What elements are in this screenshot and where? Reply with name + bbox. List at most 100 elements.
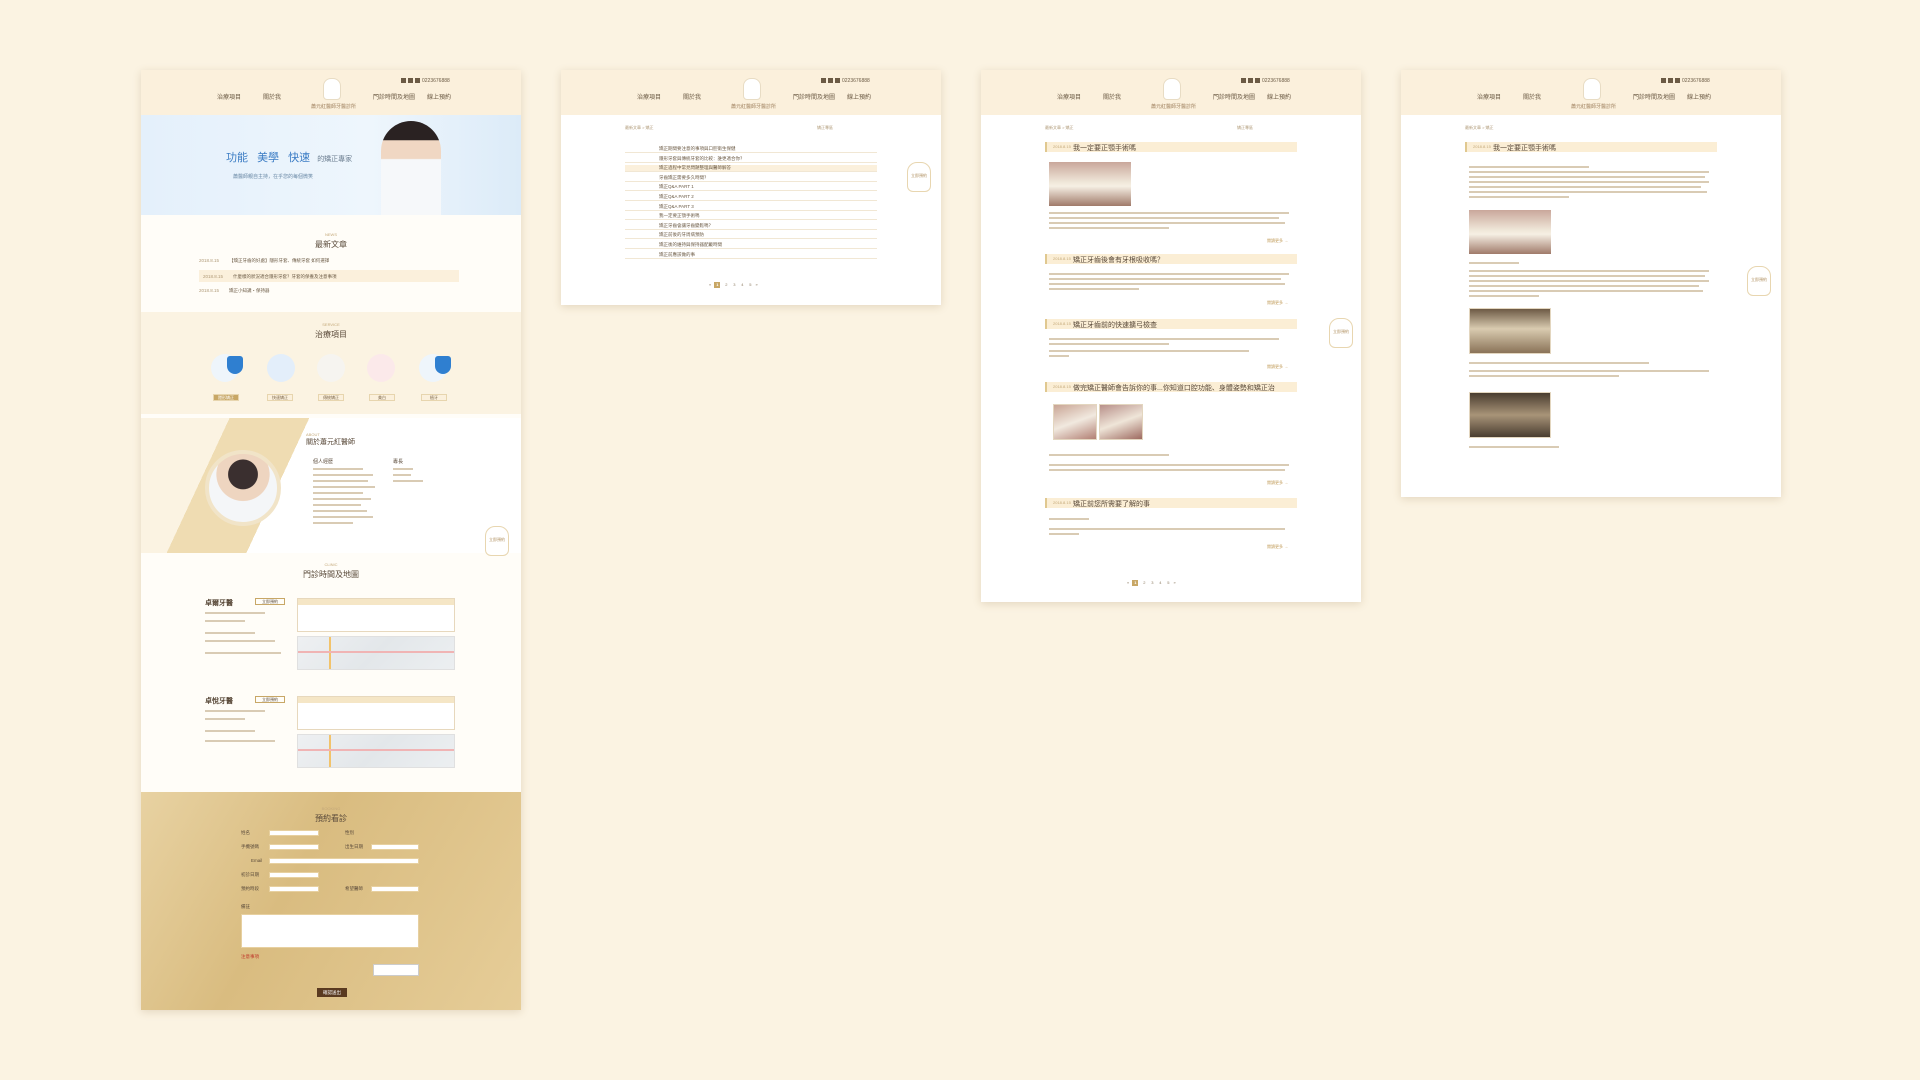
implant-icon[interactable]	[419, 354, 451, 382]
article-list-item[interactable]: 矯正Q&A PART 2	[625, 194, 877, 201]
services-section: SERVICE 治療項目 隱形矯正 快速矯正 傳統矯正 美白 植牙	[141, 312, 521, 414]
article-image	[1049, 162, 1131, 206]
birthdate-field[interactable]	[371, 844, 419, 850]
phone-icon	[835, 78, 840, 84]
breadcrumb[interactable]: 最新文章 > 矯正	[1465, 125, 1494, 131]
news-item[interactable]: 2018.8.15 矯正小知識・保持器	[199, 288, 459, 294]
category-label: 矯正專區	[817, 125, 833, 130]
pagination[interactable]: « 12345 »	[1127, 580, 1176, 586]
article-list-item[interactable]: 我一定要正顎手術嗎	[625, 213, 877, 221]
article-list-item[interactable]: 隱形牙套與傳統牙套的比較：誰更適合你？	[625, 156, 877, 163]
article-title-bar[interactable]: 2018.8.15 我一定要正顎手術嗎	[1045, 142, 1297, 152]
clinic-map[interactable]	[297, 636, 455, 670]
facebook-icon[interactable]	[1661, 78, 1666, 84]
facebook-icon[interactable]	[1241, 78, 1246, 84]
line-icon[interactable]	[828, 78, 833, 84]
fast-ortho-icon[interactable]	[267, 354, 295, 382]
nav-services[interactable]: 治療項目	[217, 92, 241, 101]
hero-tagline: 的矯正專家	[317, 156, 353, 163]
article-list-item[interactable]: 牙齒矯正需要多久時間？	[625, 175, 877, 182]
news-kicker: NEWS	[325, 232, 337, 237]
nav-booking[interactable]: 線上預約	[427, 92, 451, 101]
read-more-link[interactable]: 閱讀更多 →	[1267, 364, 1288, 370]
logo-tooth-icon[interactable]	[743, 78, 761, 100]
side-booking-badge[interactable]: 立即預約	[1329, 318, 1353, 348]
clinic-title: 門診時間及地圖	[303, 570, 359, 579]
hero-word-1: 功能	[226, 152, 248, 164]
phone-field[interactable]	[269, 844, 319, 850]
news-section: NEWS 最新文章 2018.8.15 【矯正牙齒的好處】隱形牙套、傳統牙套 如何選…	[141, 220, 521, 310]
nav-clinic[interactable]: 門診時間及地圖	[373, 92, 415, 101]
article-list-item[interactable]: 矯正期間要注意的事項與口腔衛生保健	[625, 146, 877, 153]
logo-tooth-icon[interactable]	[1583, 78, 1601, 100]
article-title-bar: 2018.8.15 我一定要正顎手術嗎	[1465, 142, 1717, 152]
facebook-icon[interactable]	[821, 78, 826, 84]
side-booking-badge[interactable]: 立即預約	[907, 162, 931, 192]
hero-banner: 功能 美學 快速 的矯正專家 蕭醫師親自主持，在乎您的每個微笑	[141, 115, 521, 215]
news-item[interactable]: 2018.8.15 【矯正牙齒的好處】隱形牙套、傳統牙套 如何選擇	[199, 258, 459, 264]
date-field[interactable]	[269, 872, 319, 878]
article-title-bar[interactable]: 2018.8.15 矯正前您所需要了解的事	[1045, 498, 1297, 508]
article-title-bar[interactable]: 2018.8.15 做完矯正醫師會告訴你的事...你知道口腔功能、身體姿勢和矯正治	[1045, 382, 1297, 392]
invisalign-icon[interactable]	[211, 354, 243, 382]
time-select[interactable]	[269, 886, 319, 892]
article-image	[1469, 308, 1551, 354]
article-list-item[interactable]: 矯正Q&A PART 1	[625, 184, 877, 192]
article-list-item[interactable]: 矯正牙齒會讓牙齒變鬆嗎？	[625, 223, 877, 230]
service-label[interactable]: 快速矯正	[267, 394, 293, 401]
read-more-link[interactable]: 閱讀更多 →	[1267, 238, 1288, 244]
article-title-bar[interactable]: 2018.8.15 矯正牙齒後會有牙根吸收嗎？	[1045, 254, 1297, 264]
whitening-icon[interactable]	[367, 354, 395, 382]
phone-number: 0223676888	[422, 78, 450, 84]
logo-tooth-icon[interactable]	[323, 78, 341, 100]
doctor-select[interactable]	[371, 886, 419, 892]
read-more-link[interactable]: 閱讀更多 →	[1267, 300, 1288, 306]
pagination[interactable]: « 12345 »	[709, 282, 758, 288]
side-booking-badge[interactable]: 立即預約	[485, 526, 509, 556]
article-list-item[interactable]: 矯正前後的牙周病預防	[625, 232, 877, 240]
traditional-ortho-icon[interactable]	[317, 354, 345, 382]
site-header: 治療項目 關於我 蕭元紅醫師牙醫診所 門診時間及地圖 線上預約 02236768…	[1401, 70, 1781, 115]
brand-name: 蕭元紅醫師牙醫診所	[311, 104, 357, 110]
news-item[interactable]: 2018.8.15 什麼樣的狀況適合隱形牙套？牙套的保養及注意事項	[199, 270, 459, 282]
category-label: 矯正專區	[1237, 125, 1253, 130]
article-list-item[interactable]: 矯正Q&A PART 3	[625, 204, 877, 211]
line-icon[interactable]	[1248, 78, 1253, 84]
read-more-link[interactable]: 閱讀更多 →	[1267, 544, 1288, 550]
read-more-link[interactable]: 閱讀更多 →	[1267, 480, 1288, 486]
note-textarea[interactable]	[241, 914, 419, 948]
submit-button[interactable]: 確認送出	[317, 988, 347, 997]
hero-word-3: 快速	[288, 152, 311, 164]
services-title: 治療項目	[315, 330, 347, 339]
breadcrumb[interactable]: 最新文章 > 矯正	[625, 125, 654, 131]
site-header: 治療項目 關於我 蕭元紅醫師牙醫診所 門診時間及地圖 線上預約 02236768…	[561, 70, 941, 115]
name-field[interactable]	[269, 830, 319, 836]
article-image	[1053, 404, 1097, 440]
service-label[interactable]: 傳統矯正	[318, 394, 344, 401]
article-list-item[interactable]: 矯正過程中常見問題整理與醫師解答	[625, 165, 877, 173]
service-label[interactable]: 隱形矯正	[213, 394, 239, 401]
clinic-map[interactable]	[297, 734, 455, 768]
email-field[interactable]	[269, 858, 419, 864]
line-icon[interactable]	[1668, 78, 1673, 84]
article-list-item[interactable]: 矯正後的維持與保持器配戴時間	[625, 242, 877, 249]
article-title-bar[interactable]: 2018.8.15 矯正牙齒前的快速擴弓檢查	[1045, 319, 1297, 329]
articles-page: 治療項目 關於我 蕭元紅醫師牙醫診所 門診時間及地圖 線上預約 02236768…	[981, 70, 1361, 602]
nav-about[interactable]: 關於我	[263, 92, 281, 101]
doctor-section: ABOUT 關於蕭元紅醫師 個人經歷 專長 立即預約	[141, 418, 521, 556]
facebook-icon[interactable]	[401, 78, 406, 84]
hours-table	[297, 598, 455, 632]
service-label[interactable]: 植牙	[421, 394, 447, 401]
side-booking-badge[interactable]: 立即預約	[1747, 266, 1771, 296]
article-list-item[interactable]: 矯正前應該做的事	[625, 252, 877, 259]
breadcrumb[interactable]: 最新文章 > 矯正	[1045, 125, 1074, 131]
captcha-box[interactable]	[373, 964, 419, 976]
header-contact: 0223676888	[401, 78, 450, 84]
clinic-book-button[interactable]: 立即預約	[255, 696, 285, 703]
logo-tooth-icon[interactable]	[1163, 78, 1181, 100]
detail-page: 治療項目 關於我 蕭元紅醫師牙醫診所 門診時間及地圖 線上預約 02236768…	[1401, 70, 1781, 497]
clinic-book-button[interactable]: 立即預約	[255, 598, 285, 605]
service-label[interactable]: 美白	[369, 394, 395, 401]
line-icon[interactable]	[408, 78, 413, 84]
services-kicker: SERVICE	[322, 322, 340, 327]
